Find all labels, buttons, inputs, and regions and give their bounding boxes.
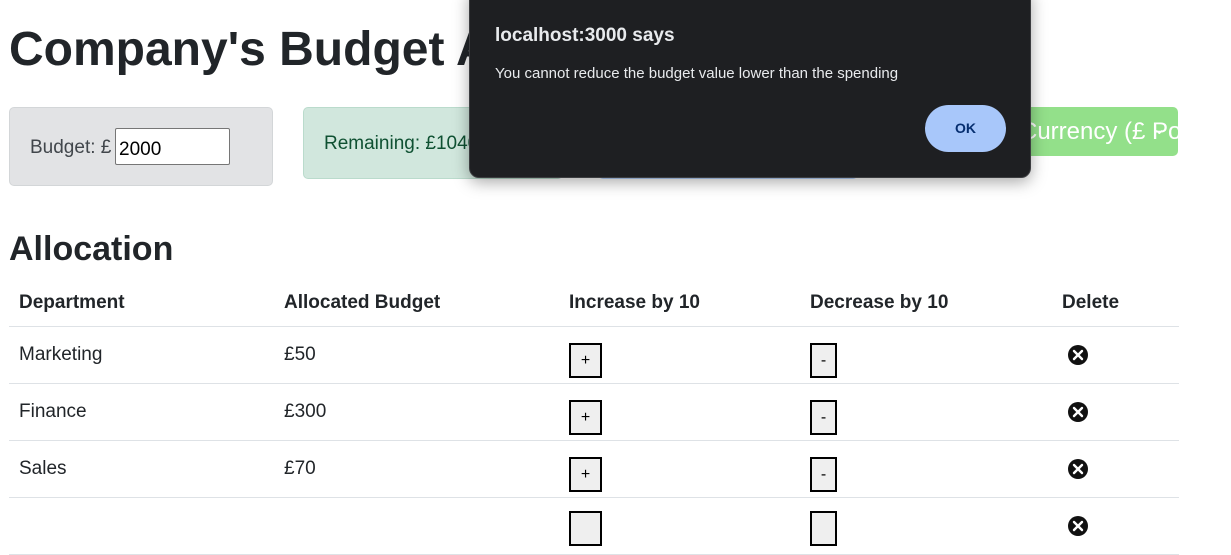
dialog-title: localhost:3000 says: [495, 25, 675, 46]
alert-dialog: localhost:3000 says You cannot reduce th…: [469, 0, 1031, 178]
ok-button[interactable]: OK: [925, 105, 1006, 152]
dialog-message: You cannot reduce the budget value lower…: [495, 65, 899, 82]
